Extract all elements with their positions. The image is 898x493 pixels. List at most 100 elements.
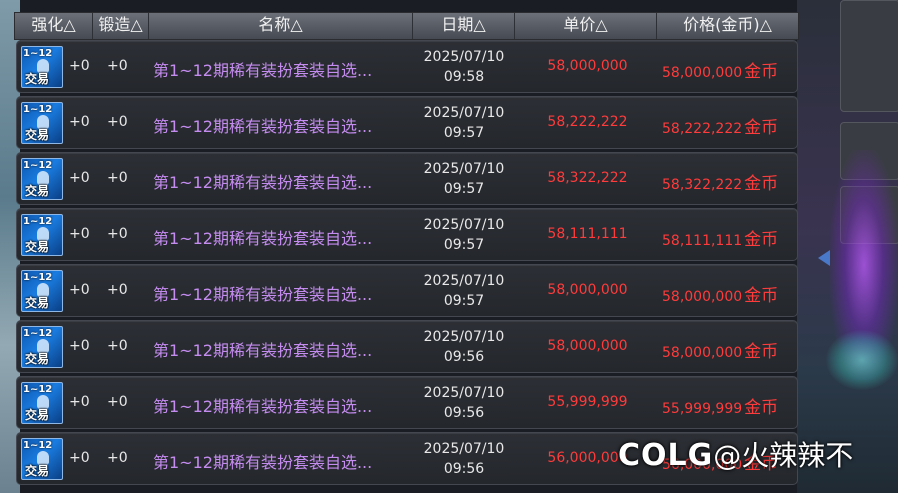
trade-date: 2025/07/10 bbox=[423, 385, 505, 401]
total-price: 55,999,999 金币 bbox=[662, 393, 778, 418]
forge-value: +0 bbox=[107, 170, 128, 186]
total-price: 58,000,000 金币 bbox=[662, 337, 778, 362]
table-row[interactable]: 1~12 交易 +0 +0 第1~12期稀有装扮套装自选... 2025/07/10 09:… bbox=[16, 320, 798, 373]
table-row[interactable]: 1~12 交易 +0 +0 第1~12期稀有装扮套装自选... 2025/07/10 09:… bbox=[16, 40, 798, 93]
mask-icon bbox=[37, 115, 49, 129]
unit-price: 58,111,111 bbox=[547, 226, 628, 242]
item-name[interactable]: 第1~12期稀有装扮套装自选... bbox=[153, 337, 372, 361]
item-icon-level: 1~12 bbox=[23, 440, 53, 451]
forge-value: +0 bbox=[107, 338, 128, 354]
trade-datetime: 2025/07/10 09:57 bbox=[414, 271, 514, 311]
currency-label: 金币 bbox=[744, 230, 779, 250]
trade-date: 2025/07/10 bbox=[423, 273, 505, 289]
enhance-value: +0 bbox=[69, 338, 90, 354]
total-price-value: 58,000,000 bbox=[662, 65, 743, 81]
header-date[interactable]: 日期△ bbox=[413, 13, 515, 39]
item-icon[interactable]: 1~12 交易 bbox=[21, 158, 63, 200]
item-name[interactable]: 第1~12期稀有装扮套装自选... bbox=[153, 225, 372, 249]
currency-label: 金币 bbox=[744, 62, 779, 82]
forge-value: +0 bbox=[107, 226, 128, 242]
total-price: 58,000,000 金币 bbox=[662, 281, 778, 306]
trade-time: 09:56 bbox=[443, 461, 485, 477]
trade-datetime: 2025/07/10 09:58 bbox=[414, 47, 514, 87]
item-icon-tag: 交易 bbox=[25, 240, 50, 254]
item-icon[interactable]: 1~12 交易 bbox=[21, 382, 63, 424]
header-forge[interactable]: 锻造△ bbox=[93, 13, 149, 39]
unit-price: 55,999,999 bbox=[547, 394, 628, 410]
item-icon[interactable]: 1~12 交易 bbox=[21, 438, 63, 480]
header-enhance[interactable]: 强化△ bbox=[15, 13, 93, 39]
header-unit-price[interactable]: 单价△ bbox=[515, 13, 657, 39]
total-price: 58,322,222 金币 bbox=[662, 169, 778, 194]
currency-label: 金币 bbox=[744, 118, 779, 138]
currency-label: 金币 bbox=[744, 398, 779, 418]
trade-time: 09:56 bbox=[443, 405, 485, 421]
item-icon-level: 1~12 bbox=[23, 160, 53, 171]
table-row[interactable]: 1~12 交易 +0 +0 第1~12期稀有装扮套装自选... 2025/07/10 09:… bbox=[16, 208, 798, 261]
item-icon[interactable]: 1~12 交易 bbox=[21, 46, 63, 88]
unit-price: 58,222,222 bbox=[547, 114, 628, 130]
unit-price: 58,000,000 bbox=[547, 338, 628, 354]
side-panel-top[interactable] bbox=[840, 0, 898, 112]
mask-icon bbox=[37, 227, 49, 241]
trade-date: 2025/07/10 bbox=[423, 441, 505, 457]
item-name[interactable]: 第1~12期稀有装扮套装自选... bbox=[153, 393, 372, 417]
watermark: COLG@火辣辣不 bbox=[618, 436, 853, 476]
mask-icon bbox=[37, 451, 49, 465]
enhance-value: +0 bbox=[69, 170, 90, 186]
item-icon-tag: 交易 bbox=[25, 408, 50, 422]
total-price: 58,222,222 金币 bbox=[662, 113, 778, 138]
item-name[interactable]: 第1~12期稀有装扮套装自选... bbox=[153, 281, 372, 305]
total-price-value: 58,000,000 bbox=[662, 345, 743, 361]
table-row[interactable]: 1~12 交易 +0 +0 第1~12期稀有装扮套装自选... 2025/07/10 09:… bbox=[16, 152, 798, 205]
trade-time: 09:57 bbox=[443, 293, 485, 309]
unit-price: 58,000,000 bbox=[547, 282, 628, 298]
item-icon-tag: 交易 bbox=[25, 296, 50, 310]
trade-time: 09:58 bbox=[443, 69, 485, 85]
header-name[interactable]: 名称△ bbox=[149, 13, 413, 39]
item-icon-tag: 交易 bbox=[25, 128, 50, 142]
currency-label: 金币 bbox=[744, 174, 779, 194]
item-icon-level: 1~12 bbox=[23, 328, 53, 339]
item-icon-level: 1~12 bbox=[23, 48, 53, 59]
trade-datetime: 2025/07/10 09:57 bbox=[414, 159, 514, 199]
trade-time: 09:57 bbox=[443, 181, 485, 197]
arrow-left-icon[interactable] bbox=[818, 250, 830, 266]
character-aura bbox=[826, 330, 898, 390]
trade-date: 2025/07/10 bbox=[423, 217, 505, 233]
item-name[interactable]: 第1~12期稀有装扮套装自选... bbox=[153, 449, 372, 473]
header-price[interactable]: 价格(金币)△ bbox=[657, 13, 798, 39]
item-icon-tag: 交易 bbox=[25, 184, 50, 198]
mask-icon bbox=[37, 59, 49, 73]
total-price: 58,000,000 金币 bbox=[662, 57, 778, 82]
item-name[interactable]: 第1~12期稀有装扮套装自选... bbox=[153, 169, 372, 193]
enhance-value: +0 bbox=[69, 450, 90, 466]
enhance-value: +0 bbox=[69, 226, 90, 242]
trade-time: 09:57 bbox=[443, 125, 485, 141]
forge-value: +0 bbox=[107, 114, 128, 130]
item-icon-level: 1~12 bbox=[23, 384, 53, 395]
item-icon-level: 1~12 bbox=[23, 272, 53, 283]
table-row[interactable]: 1~12 交易 +0 +0 第1~12期稀有装扮套装自选... 2025/07/10 09:… bbox=[16, 96, 798, 149]
item-icon[interactable]: 1~12 交易 bbox=[21, 102, 63, 144]
mask-icon bbox=[37, 283, 49, 297]
trade-datetime: 2025/07/10 09:56 bbox=[414, 439, 514, 479]
item-name[interactable]: 第1~12期稀有装扮套装自选... bbox=[153, 113, 372, 137]
table-header: 强化△ 锻造△ 名称△ 日期△ 单价△ 价格(金币)△ bbox=[14, 12, 799, 40]
mask-icon bbox=[37, 171, 49, 185]
table-row[interactable]: 1~12 交易 +0 +0 第1~12期稀有装扮套装自选... 2025/07/10 09:… bbox=[16, 376, 798, 429]
item-icon[interactable]: 1~12 交易 bbox=[21, 270, 63, 312]
item-name[interactable]: 第1~12期稀有装扮套装自选... bbox=[153, 57, 372, 81]
mask-icon bbox=[37, 339, 49, 353]
total-price-value: 58,322,222 bbox=[662, 177, 743, 193]
item-icon-tag: 交易 bbox=[25, 464, 50, 478]
watermark-logo: COLG bbox=[618, 438, 714, 473]
item-icon[interactable]: 1~12 交易 bbox=[21, 214, 63, 256]
total-price-value: 58,000,000 bbox=[662, 289, 743, 305]
enhance-value: +0 bbox=[69, 394, 90, 410]
item-icon-level: 1~12 bbox=[23, 216, 53, 227]
currency-label: 金币 bbox=[744, 286, 779, 306]
table-row[interactable]: 1~12 交易 +0 +0 第1~12期稀有装扮套装自选... 2025/07/10 09:… bbox=[16, 264, 798, 317]
unit-price: 58,322,222 bbox=[547, 170, 628, 186]
item-icon[interactable]: 1~12 交易 bbox=[21, 326, 63, 368]
